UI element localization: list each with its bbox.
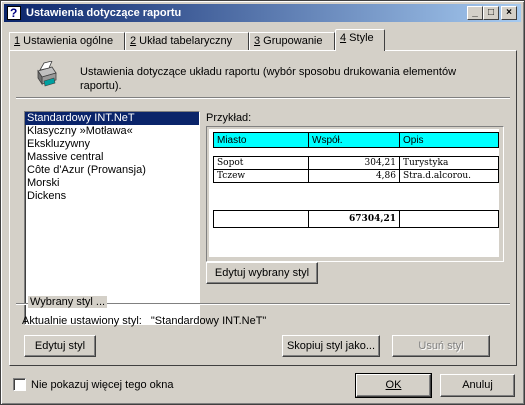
- minimize-button[interactable]: _: [467, 6, 483, 20]
- selected-style-group-label: Wybrany styl ...: [28, 296, 108, 308]
- close-button[interactable]: ×: [501, 6, 517, 20]
- ok-button[interactable]: OK: [355, 373, 432, 398]
- list-item[interactable]: Côte d'Azur (Prowansja): [25, 164, 199, 177]
- styles-listbox[interactable]: Standardowy INT.NeT Klasyczny »Motława« …: [24, 111, 200, 325]
- preview-cell: Tczew: [213, 169, 309, 183]
- cancel-button-label: Anuluj: [462, 379, 493, 391]
- maximize-button[interactable]: □: [483, 6, 499, 20]
- preview-cell: Sopot: [213, 156, 309, 170]
- preview-total-empty: [399, 210, 499, 228]
- tab-style[interactable]: 4 Style: [335, 29, 385, 51]
- dialog-window: Ustawienia dotyczące raportu _ □ × 1 Ust…: [0, 0, 525, 405]
- tab-table-layout[interactable]: 2 Układ tabelaryczny: [125, 32, 249, 50]
- preview-total-empty: [213, 210, 309, 228]
- help-app-icon: [7, 4, 21, 22]
- printer-icon: [37, 61, 57, 87]
- preview-header-cell: Współ.: [308, 132, 400, 148]
- list-item[interactable]: Morski: [25, 177, 199, 190]
- current-style-prefix: Aktualnie ustawiony styl:: [22, 315, 142, 327]
- preview-total-value: 67304,21: [308, 210, 400, 228]
- current-style-value: "Standardowy INT.NeT": [150, 315, 267, 327]
- list-item[interactable]: Dickens: [25, 190, 199, 203]
- cancel-button[interactable]: Anuluj: [440, 374, 515, 397]
- preview-cell: 4,86: [308, 169, 400, 183]
- preview-cell: Turystyka: [399, 156, 499, 170]
- preview-header-cell: Opis: [399, 132, 499, 148]
- preview-header-table: Miasto Współ. Opis: [213, 132, 499, 148]
- edit-selected-style-button[interactable]: Edytuj wybrany styl: [206, 262, 318, 284]
- ok-button-label: OK: [385, 379, 402, 391]
- list-item[interactable]: Ekskluzywny: [25, 138, 199, 151]
- window-title: Ustawienia dotyczące raportu: [26, 7, 182, 19]
- header-description: Ustawienia dotyczące układu raportu (wyb…: [80, 66, 457, 92]
- tab-panel: Ustawienia dotyczące układu raportu (wyb…: [9, 50, 517, 366]
- preview-cell: 304,21: [308, 156, 400, 170]
- preview-box: Miasto Współ. Opis Sopot 304,21 Turystyk…: [206, 126, 504, 262]
- edit-style-button[interactable]: Edytuj styl: [24, 335, 96, 357]
- list-item[interactable]: Massive central: [25, 151, 199, 164]
- preview-cell: Stra.d.alcorou.: [399, 169, 499, 183]
- current-style-text: Aktualnie ustawiony styl: "Standardowy I…: [22, 315, 266, 327]
- list-item[interactable]: Klasyczny »Motława«: [25, 125, 199, 138]
- preview-data-table: Sopot 304,21 Turystyka Tczew 4,86 Stra.d…: [213, 156, 499, 183]
- copy-style-button[interactable]: Skopiuj styl jako...: [282, 335, 380, 357]
- list-item[interactable]: Standardowy INT.NeT: [25, 112, 199, 125]
- header-separator: [16, 97, 510, 99]
- tab-grouping[interactable]: 3 Grupowanie: [249, 32, 335, 50]
- preview-header-cell: Miasto: [213, 132, 309, 148]
- tab-general[interactable]: 1 Ustawienia ogólne: [9, 32, 125, 50]
- preview-total-table: 67304,21: [213, 210, 499, 228]
- header-area: Ustawienia dotyczące układu raportu (wyb…: [10, 51, 516, 97]
- preview-canvas: Miasto Współ. Opis Sopot 304,21 Turystyk…: [209, 129, 499, 257]
- delete-style-button[interactable]: Usuń styl: [392, 335, 490, 357]
- title-bar[interactable]: Ustawienia dotyczące raportu _ □ ×: [4, 4, 521, 22]
- dont-show-again-label[interactable]: Nie pokazuj więcej tego okna: [31, 379, 173, 391]
- dont-show-again-checkbox[interactable]: [13, 378, 26, 391]
- preview-label: Przykład:: [206, 112, 252, 124]
